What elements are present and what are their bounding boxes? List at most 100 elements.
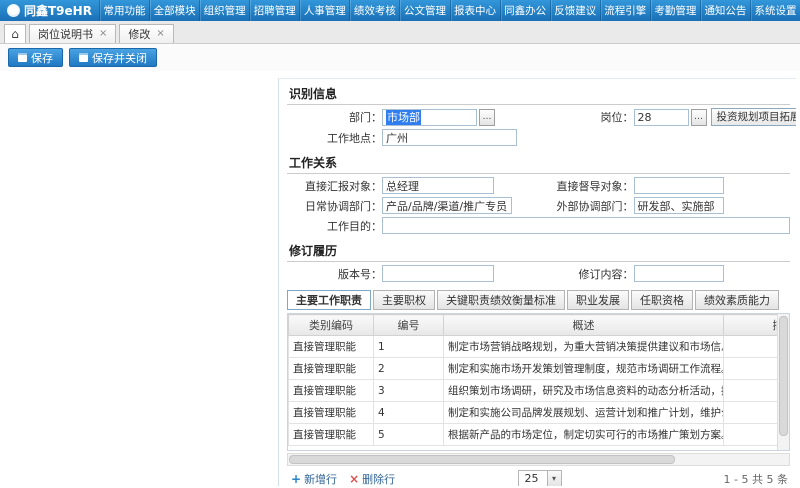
topmenu-item[interactable]: 报表中心 (450, 0, 500, 21)
tab-bar: ⌂ 岗位说明书 × 修改 × (0, 21, 800, 44)
detail-tab-main-duties[interactable]: 主要工作职责 (287, 290, 371, 310)
form-col: 版本号： (287, 265, 539, 282)
table-row[interactable]: 直接管理职能 4 制定和实施公司品牌发展规划、运营计划和推广计划，维护公司的品牌… (289, 402, 791, 424)
cell-summary: 组织策划市场调研，研究及市场信息资料的动态分析活动，提供准确可靠的市场情报信息。 (444, 380, 724, 402)
position-lookup-button[interactable]: … (691, 109, 707, 126)
external-coord-input[interactable] (634, 197, 724, 214)
location-input[interactable] (382, 129, 517, 146)
save-button-label: 保存 (31, 50, 53, 66)
column-header: 编号 (374, 315, 444, 336)
cell-number: 2 (374, 358, 444, 380)
supervise-label: 直接督导对象： (539, 178, 634, 194)
app-logo: 同鑫T9eHR (0, 0, 99, 21)
detail-tab-competency[interactable]: 绩效素质能力 (695, 290, 779, 310)
home-icon: ⌂ (11, 27, 19, 41)
delete-row-button[interactable]: × 删除行 (349, 471, 395, 487)
supervise-input[interactable] (634, 177, 724, 194)
horizontal-scrollbar-thumb[interactable] (289, 455, 675, 464)
app-logo-text: 同鑫T9eHR (24, 2, 92, 19)
add-row-button[interactable]: + 新增行 (291, 471, 337, 487)
topmenu-item[interactable]: 组织管理 (199, 0, 249, 21)
table-row[interactable]: 直接管理职能 3 组织策划市场调研，研究及市场信息资料的动态分析活动，提供准确可… (289, 380, 791, 402)
cell-number: 4 (374, 402, 444, 424)
delete-icon: × (349, 472, 359, 486)
column-header: 概述 (444, 315, 724, 336)
detail-tab-authority[interactable]: 主要职权 (373, 290, 435, 310)
tab-edit[interactable]: 修改 × (119, 24, 173, 43)
form-col: 直接汇报对象： (287, 177, 539, 194)
cell-number: 1 (374, 336, 444, 358)
column-header: 类别编码 (289, 315, 374, 336)
topmenu-item[interactable]: 绩效考核 (349, 0, 399, 21)
vertical-scrollbar[interactable] (777, 314, 789, 450)
tab-position-description[interactable]: 岗位说明书 × (29, 24, 116, 43)
duties-table: 类别编码 编号 概述 描述 直接管理职能 1 制定市场营销战略规划，为重大营销决… (288, 314, 790, 446)
detail-tab-career[interactable]: 职业发展 (567, 290, 629, 310)
save-and-close-label: 保存并关闭 (92, 50, 147, 66)
cell-number: 5 (374, 424, 444, 446)
home-button[interactable]: ⌂ (4, 24, 26, 43)
topmenu-item[interactable]: 通知公告 (700, 0, 750, 21)
tab-label: 修改 (128, 26, 150, 42)
cell-category: 直接管理职能 (289, 336, 374, 358)
version-input[interactable] (382, 265, 494, 282)
dept-input[interactable]: 市场部 (382, 109, 477, 126)
dept-lookup-button[interactable]: … (479, 109, 495, 126)
table-row[interactable]: 直接管理职能 2 制定和实施市场开发策划管理制度，规范市场调研工作流程。 (289, 358, 791, 380)
form-row: 日常协调部门： 外部协调部门： (287, 197, 790, 214)
revision-input[interactable] (634, 265, 724, 282)
cell-category: 直接管理职能 (289, 424, 374, 446)
section-title-relation: 工作关系 (287, 151, 790, 174)
app-logo-icon (7, 4, 20, 17)
save-button[interactable]: 保存 (8, 48, 63, 67)
save-icon (18, 53, 27, 62)
section-title-identify: 识别信息 (287, 82, 790, 105)
toolbar: 保存 保存并关闭 (0, 44, 800, 71)
daily-coord-label: 日常协调部门： (287, 198, 382, 214)
topmenu-item[interactable]: 招聘管理 (249, 0, 299, 21)
grid-footer-actions: + 新增行 × 删除行 (291, 471, 518, 487)
topmenu-item[interactable]: 公文管理 (399, 0, 449, 21)
detail-tab-qualification[interactable]: 任职资格 (631, 290, 693, 310)
detail-tabs: 主要工作职责 主要职权 关键职责绩效衡量标准 职业发展 任职资格 绩效素质能力 (287, 290, 790, 310)
topmenu-item[interactable]: 系统设置 (750, 0, 800, 21)
version-label: 版本号： (287, 266, 382, 282)
position-detail-button[interactable]: 投资规划项目拓展 (711, 108, 797, 126)
topmenu-item[interactable]: 考勤管理 (650, 0, 700, 21)
close-icon[interactable]: × (99, 29, 107, 39)
position-input[interactable] (634, 109, 689, 126)
duties-grid: 类别编码 编号 概述 描述 直接管理职能 1 制定市场营销战略规划，为重大营销决… (287, 313, 790, 451)
close-icon[interactable]: × (156, 29, 164, 39)
purpose-input[interactable] (382, 217, 790, 234)
save-and-close-button[interactable]: 保存并关闭 (69, 48, 157, 67)
horizontal-scrollbar[interactable] (287, 453, 790, 466)
top-menu: 常用功能 全部模块 组织管理 招聘管理 人事管理 绩效考核 公文管理 报表中心 … (99, 0, 800, 21)
daily-coord-input[interactable] (382, 197, 512, 214)
report-to-input[interactable] (382, 177, 494, 194)
topmenu-item[interactable]: 常用功能 (99, 0, 149, 21)
grid-footer: + 新增行 × 删除行 25 ▾ 1 - 5 共 5 条 (287, 469, 790, 486)
record-count-info: 1 - 5 共 5 条 (562, 471, 789, 487)
delete-row-label: 删除行 (362, 471, 395, 487)
position-label: 岗位： (539, 109, 634, 125)
cell-summary: 制定和实施市场开发策划管理制度，规范市场调研工作流程。 (444, 358, 724, 380)
cell-summary: 制定市场营销战略规划，为重大营销决策提供建议和市场信息支持。 (444, 336, 724, 358)
main-panel: 识别信息 部门： 市场部 … 岗位： … 投资规划项目拓展 工作地点： 工作关系… (278, 78, 796, 486)
plus-icon: + (291, 472, 301, 486)
form-col: 日常协调部门： (287, 197, 539, 214)
cell-number: 3 (374, 380, 444, 402)
detail-tab-kpi-standard[interactable]: 关键职责绩效衡量标准 (437, 290, 565, 310)
topmenu-item[interactable]: 全部模块 (149, 0, 199, 21)
table-row[interactable]: 直接管理职能 5 根据新产品的市场定位，制定切实可行的市场推广策划方案。 (289, 424, 791, 446)
topmenu-item[interactable]: 人事管理 (299, 0, 349, 21)
save-icon (79, 53, 88, 62)
topmenu-item[interactable]: 同鑫办公 (500, 0, 550, 21)
vertical-scrollbar-thumb[interactable] (779, 316, 788, 436)
form-col: 直接督导对象： (539, 177, 791, 194)
page-size-select[interactable]: 25 ▾ (518, 470, 562, 486)
table-row[interactable]: 直接管理职能 1 制定市场营销战略规划，为重大营销决策提供建议和市场信息支持。 (289, 336, 791, 358)
topmenu-item[interactable]: 流程引擎 (600, 0, 650, 21)
dept-value-selected: 市场部 (386, 109, 421, 125)
cell-category: 直接管理职能 (289, 402, 374, 424)
topmenu-item[interactable]: 反馈建议 (550, 0, 600, 21)
